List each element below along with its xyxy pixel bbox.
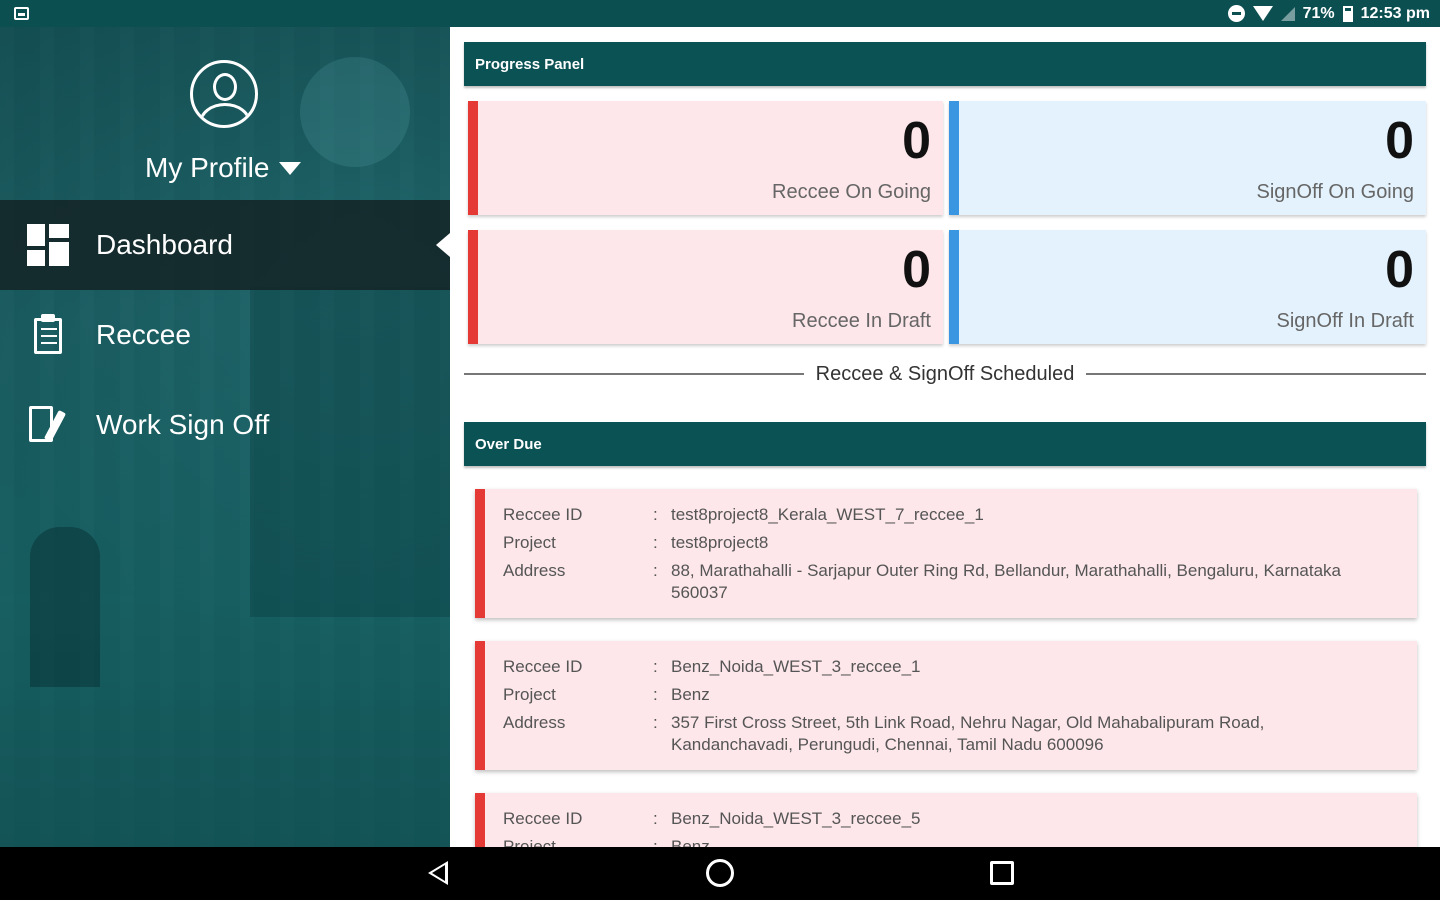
- field-label: Reccee ID: [503, 505, 583, 524]
- notification-icon: [14, 7, 29, 20]
- recent-apps-icon[interactable]: [990, 861, 1014, 885]
- battery-percent: 71%: [1302, 4, 1335, 22]
- sidebar-item-label: Work Sign Off: [96, 409, 270, 440]
- field-row: Address:357 First Cross Street, 5th Link…: [503, 709, 1417, 756]
- address-value: 357 First Cross Street, 5th Link Road, N…: [671, 713, 1265, 754]
- field-row: Project: Benz: [503, 833, 1417, 847]
- field-label: Project: [503, 685, 556, 704]
- reccee-id-value: Benz_Noida_WEST_3_reccee_1: [671, 657, 921, 676]
- stat-label: Reccee In Draft: [792, 310, 931, 332]
- field-label: Reccee ID: [503, 657, 583, 676]
- field-row: Reccee ID: Benz_Noida_WEST_3_reccee_5: [503, 805, 1417, 833]
- stat-value: 0: [902, 112, 931, 170]
- stat-card-reccee-ongoing[interactable]: 0 Reccee On Going: [468, 101, 943, 215]
- field-separator: :: [653, 657, 658, 676]
- progress-panel-header: Progress Panel: [464, 42, 1426, 86]
- field-label: Address: [503, 713, 566, 732]
- profile-dropdown[interactable]: My Profile: [145, 152, 302, 184]
- home-icon[interactable]: [706, 859, 734, 887]
- dashboard-content: Progress Panel 0 Reccee On Going 0 SignO…: [450, 27, 1440, 847]
- overdue-header: Over Due: [464, 422, 1426, 466]
- field-row: Reccee ID: Benz_Noida_WEST_3_reccee_1: [503, 653, 1417, 681]
- field-separator: :: [653, 505, 658, 524]
- field-row: Reccee ID: test8project8_Kerala_WEST_7_re…: [503, 501, 1417, 529]
- sidebar-item-reccee[interactable]: Reccee: [0, 290, 450, 380]
- overdue-card[interactable]: Reccee ID: Benz_Noida_WEST_3_reccee_1 Pro…: [475, 641, 1417, 770]
- field-separator: :: [653, 713, 658, 732]
- overdue-card[interactable]: Reccee ID: Benz_Noida_WEST_3_reccee_5 Pro…: [475, 793, 1417, 847]
- project-value: Benz: [671, 685, 710, 704]
- field-separator: :: [653, 533, 658, 552]
- stat-value: 0: [1385, 112, 1414, 170]
- field-label: Reccee ID: [503, 809, 583, 828]
- background-figure: [30, 527, 100, 687]
- active-indicator: [436, 233, 450, 257]
- field-separator: :: [653, 809, 658, 828]
- field-separator: :: [653, 561, 658, 580]
- status-bar: 71% 12:53 pm: [0, 0, 1440, 27]
- profile-label: My Profile: [145, 152, 270, 183]
- field-label: Project: [503, 533, 556, 552]
- dashboard-icon: [27, 224, 69, 266]
- sign-off-icon: [27, 404, 69, 446]
- wifi-icon: [1252, 6, 1273, 21]
- system-navigation-bar: [0, 847, 1440, 900]
- sidebar-item-label: Reccee: [96, 319, 191, 350]
- address-value: 88, Marathahalli - Sarjapur Outer Ring R…: [671, 561, 1341, 602]
- status-indicators: 71% 12:53 pm: [1227, 3, 1430, 24]
- signal-icon: [1280, 6, 1295, 21]
- divider-line: [1086, 373, 1426, 375]
- avatar-body-icon: [199, 103, 251, 125]
- do-not-disturb-icon: [1227, 5, 1245, 22]
- stat-label: SignOff On Going: [1256, 181, 1415, 203]
- stat-value: 0: [902, 241, 931, 299]
- overdue-card[interactable]: Reccee ID: test8project8_Kerala_WEST_7_re…: [475, 489, 1417, 618]
- stat-label: Reccee On Going: [772, 181, 931, 203]
- project-value: test8project8: [671, 533, 769, 552]
- project-value: Benz: [671, 837, 710, 847]
- sidebar-item-dashboard[interactable]: Dashboard: [0, 200, 450, 290]
- scheduled-divider: Reccee & SignOff Scheduled: [464, 361, 1426, 387]
- field-row: Project: Benz: [503, 681, 1417, 709]
- sidebar-item-work-sign-off[interactable]: Work Sign Off: [0, 380, 450, 470]
- stat-label: SignOff In Draft: [1276, 310, 1414, 332]
- stat-value: 0: [1385, 241, 1414, 299]
- avatar-head-icon: [213, 73, 237, 101]
- field-label: Project: [503, 837, 556, 847]
- reccee-id-value: test8project8_Kerala_WEST_7_reccee_1: [671, 505, 984, 524]
- navigation-drawer: My Profile Dashboard Reccee Work Sign Of…: [0, 27, 450, 847]
- clipboard-icon: [27, 314, 69, 356]
- clock: 12:53 pm: [1360, 4, 1430, 22]
- avatar[interactable]: [190, 60, 258, 128]
- field-label: Address: [503, 561, 566, 580]
- back-icon[interactable]: [428, 861, 448, 885]
- stat-card-signoff-ongoing[interactable]: 0 SignOff On Going: [949, 101, 1426, 215]
- reccee-id-value: Benz_Noida_WEST_3_reccee_5: [671, 809, 921, 828]
- field-row: Address:88, Marathahalli - Sarjapur Oute…: [503, 557, 1417, 604]
- caret-down-icon: [279, 161, 302, 175]
- field-separator: :: [653, 837, 658, 847]
- stat-card-reccee-draft[interactable]: 0 Reccee In Draft: [468, 230, 943, 344]
- battery-icon: [1342, 5, 1353, 22]
- sidebar-item-label: Dashboard: [96, 229, 233, 260]
- stat-card-signoff-draft[interactable]: 0 SignOff In Draft: [949, 230, 1426, 344]
- field-separator: :: [653, 685, 658, 704]
- field-row: Project: test8project8: [503, 529, 1417, 557]
- background-sign: [300, 57, 410, 167]
